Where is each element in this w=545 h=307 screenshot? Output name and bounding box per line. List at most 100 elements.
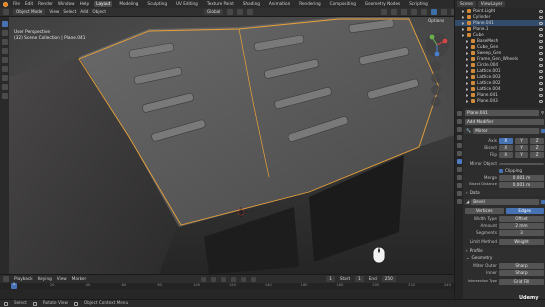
eye-icon[interactable] [539,63,543,67]
tab-sculpting[interactable]: Sculpting [145,1,169,7]
current-frame-field[interactable]: 1 [326,275,335,283]
bisect-x-toggle[interactable]: X [499,144,513,152]
bevel-name-field[interactable]: Bevel [471,198,539,206]
playhead[interactable]: 1 [11,282,17,289]
render-tab-icon[interactable] [456,119,462,124]
tab-uv-editing[interactable]: UV Editing [174,1,200,7]
move-icon[interactable] [1,39,8,45]
menu-object[interactable]: Object [92,9,106,14]
eye-icon[interactable] [539,81,543,85]
expand-arrow-icon[interactable] [466,45,469,49]
expand-arrow-icon[interactable] [462,21,465,25]
end-frame-field[interactable]: 250 [381,275,396,283]
mirror-name-field[interactable]: Mirror [473,127,539,135]
object-name-field[interactable]: Plane.041 [465,109,539,117]
tab-geometry-nodes[interactable]: Geometry Nodes [363,1,402,7]
3d-viewport[interactable] [9,17,454,274]
axis-x-toggle[interactable]: X [499,137,513,145]
eye-icon[interactable] [539,69,543,73]
menu-view[interactable]: View [49,9,59,14]
segments-field[interactable]: 3 [499,229,544,237]
modifier-tab-icon[interactable] [456,159,462,164]
mirror-data-subpanel[interactable]: › Data [464,190,545,196]
tab-layout[interactable]: Layout [94,0,113,8]
material-shading-icon[interactable] [441,9,448,15]
tab-shading[interactable]: Shading [241,1,262,7]
play-reverse-icon[interactable] [221,276,227,282]
scale-icon[interactable] [1,57,8,63]
eye-icon[interactable] [539,15,543,19]
pin-icon[interactable]: ⚲ [541,110,544,115]
visibility-icon[interactable] [381,9,388,15]
menu-edit[interactable]: Edit [25,1,33,6]
next-keyframe-icon[interactable] [241,276,247,282]
expand-arrow-icon[interactable] [462,33,465,37]
editor-type-icon[interactable] [3,9,9,15]
expand-arrow-icon[interactable] [466,63,469,67]
bevel-edges-tab[interactable]: Edges [505,207,544,215]
eye-icon[interactable] [539,9,543,13]
orientation-dropdown[interactable]: Global [204,8,224,16]
eye-icon[interactable] [539,27,543,31]
expand-arrow-icon[interactable] [466,75,469,79]
jump-end-icon[interactable] [251,276,257,282]
bisect-distance-field[interactable]: 0.001 m [499,181,544,189]
mirror-object-field[interactable] [499,163,544,165]
width-type-dropdown[interactable]: Offset [499,215,544,223]
overlay-icon[interactable] [401,9,408,15]
eye-icon[interactable] [539,87,543,91]
eye-icon[interactable] [539,33,543,37]
expand-arrow-icon[interactable] [462,9,465,13]
bisect-z-toggle[interactable]: Z [530,144,545,152]
output-tab-icon[interactable] [456,127,462,132]
bevel-modifier-header[interactable]: ◢ Bevel [464,198,545,206]
inner-dropdown[interactable]: Sharp [499,269,544,277]
cursor-icon[interactable] [1,30,8,36]
eye-icon[interactable] [539,39,543,43]
axis-y-toggle[interactable]: Y [514,137,529,145]
eye-icon[interactable] [539,51,543,55]
expand-arrow-icon[interactable] [466,57,469,61]
eye-icon[interactable] [539,99,543,103]
menu-keying[interactable]: Keying [38,276,52,281]
menu-timeline-view[interactable]: View [57,276,67,281]
expand-arrow-icon[interactable] [466,51,469,55]
bevel-enable-checkbox[interactable] [541,200,545,204]
timeline-ruler[interactable]: 020406080100120140160180200220240 [0,283,454,289]
add-cube-icon[interactable] [1,93,8,99]
expand-arrow-icon[interactable] [466,39,469,43]
solid-shading-icon[interactable] [431,9,438,15]
eye-icon[interactable] [539,45,543,49]
eye-icon[interactable] [539,75,543,79]
outliner-row[interactable]: Plane.043 [455,98,545,104]
prev-keyframe-icon[interactable] [211,276,217,282]
xray-icon[interactable] [411,9,418,15]
limit-method-dropdown[interactable]: Weight [499,238,544,246]
menu-help[interactable]: Help [80,1,90,6]
blender-logo-icon[interactable] [3,1,8,7]
bisect-y-toggle[interactable]: Y [514,144,529,152]
scene-selector[interactable]: Scene ViewLayer [457,1,506,8]
mirror-modifier-header[interactable]: 🔧 Mirror [464,127,545,135]
tab-texture-paint[interactable]: Texture Paint [205,1,236,7]
amount-field[interactable]: 2 mm [499,222,544,230]
wireframe-shading-icon[interactable] [421,9,428,15]
view-layer-dropdown[interactable]: ViewLayer [477,1,506,8]
data-tab-icon[interactable] [456,191,462,196]
eye-icon[interactable] [539,57,543,61]
start-frame-field[interactable]: 1 [355,275,364,283]
menu-select[interactable]: Select [63,9,76,14]
expand-arrow-icon[interactable] [462,27,465,31]
tab-animation[interactable]: Animation [267,1,292,7]
rotate-icon[interactable] [1,48,8,54]
menu-marker[interactable]: Marker [72,276,86,281]
options-dropdown[interactable]: Options [428,18,444,23]
expand-arrow-icon[interactable] [466,87,469,91]
eye-icon[interactable] [539,21,543,25]
transform-icon[interactable] [1,66,8,72]
world-tab-icon[interactable] [456,143,462,148]
proportional-edit-icon[interactable] [247,9,254,15]
tab-scripting[interactable]: Scripting [407,1,430,7]
physics-tab-icon[interactable] [456,175,462,180]
jump-start-icon[interactable] [201,276,207,282]
